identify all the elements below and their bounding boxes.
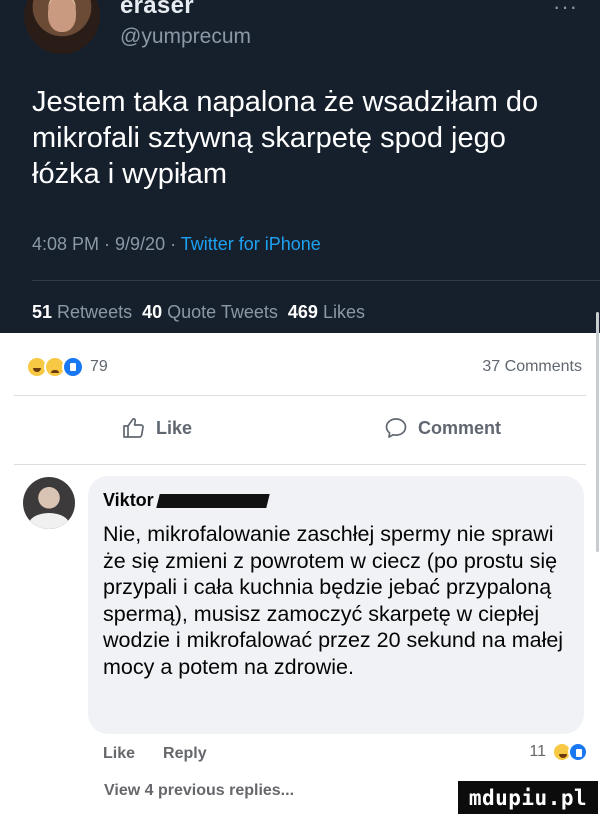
comment-text: Nie, mikrofalowanie zaschłej spermy nie … (103, 522, 564, 679)
like-button[interactable]: Like (122, 416, 192, 440)
like-reaction-icon (568, 742, 588, 762)
comment-button-label: Comment (418, 417, 502, 438)
quote-tweets-count: 40 (142, 302, 163, 322)
tweet-card: eraser @yumprecum ··· Jestem taka napalo… (0, 0, 600, 333)
tweet-author-avatar[interactable] (24, 0, 100, 54)
tweet-timestamp: 4:08 PM · 9/9/20 · (32, 234, 181, 254)
commenter-first-name: Viktor (103, 490, 154, 510)
reactions-count: 79 (90, 358, 108, 375)
comment-reactions[interactable]: 11 (529, 742, 588, 762)
tweet-author-name[interactable]: eraser (120, 0, 194, 20)
likes-count: 469 (287, 302, 318, 322)
tweet-meta: 4:08 PM · 9/9/20 · Twitter for iPhone (32, 234, 321, 255)
likes-label: Likes (322, 302, 365, 322)
tweet-text: Jestem taka napalona że wsadziłam do mik… (32, 86, 539, 190)
commenter-avatar[interactable] (23, 477, 75, 529)
likes-stat[interactable]: 469 Likes (288, 302, 365, 322)
tweet-source-link[interactable]: Twitter for iPhone (181, 234, 321, 254)
view-previous-replies-link[interactable]: View 4 previous replies... (104, 782, 294, 800)
like-reaction-icon (62, 356, 84, 378)
retweets-count: 51 (32, 302, 53, 322)
divider (14, 395, 586, 396)
avatar-face (48, 0, 76, 32)
redaction-bar (155, 493, 270, 508)
comment-actions: Like Reply (103, 745, 207, 763)
comment-button[interactable]: Comment (384, 416, 501, 440)
avatar-shirt (29, 513, 69, 529)
comment-reply-button[interactable]: Reply (163, 745, 207, 763)
retweets-label: Retweets (57, 302, 133, 322)
post-reactions[interactable]: 79 (26, 356, 108, 378)
scrollbar[interactable] (596, 312, 599, 552)
site-watermark: mdupiu.pl (458, 781, 598, 814)
comment-reaction-count: 11 (529, 743, 546, 760)
tweet-stats: 51 Retweets 40 Quote Tweets 469 Likes (32, 302, 365, 323)
quote-tweets-stat[interactable]: 40 Quote Tweets (142, 302, 278, 322)
quote-tweets-label: Quote Tweets (167, 302, 278, 322)
like-button-label: Like (156, 417, 193, 438)
thumbs-up-icon (123, 418, 144, 438)
retweets-stat[interactable]: 51 Retweets (32, 302, 132, 322)
commenter-name[interactable]: Viktor (103, 490, 270, 511)
tweet-divider (32, 280, 600, 281)
tweet-author-handle[interactable]: @yumprecum (120, 25, 251, 49)
divider (14, 464, 586, 465)
comments-count[interactable]: 37 Comments (482, 358, 582, 376)
more-options-icon[interactable]: ··· (553, 0, 578, 20)
comment-like-button[interactable]: Like (103, 745, 135, 763)
comment-bubble-icon (385, 418, 407, 438)
